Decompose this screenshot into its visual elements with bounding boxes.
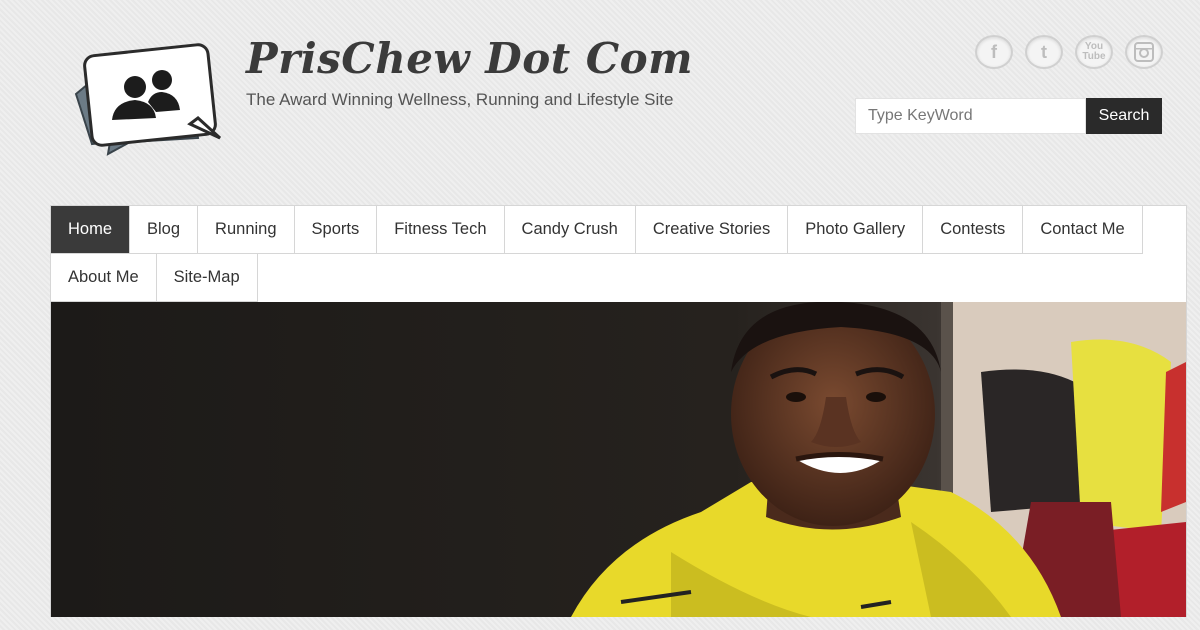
hero-image[interactable] (51, 302, 1186, 617)
nav-item-blog[interactable]: Blog (130, 206, 199, 254)
runner-photo (51, 302, 1186, 617)
nav-item-candy-crush[interactable]: Candy Crush (504, 206, 636, 254)
site-logo[interactable] (70, 42, 225, 157)
youtube-icon[interactable]: You Tube (1075, 35, 1113, 69)
search-form: Search (855, 98, 1162, 134)
nav-item-site-map[interactable]: Site-Map (156, 254, 258, 302)
nav-item-contact-me[interactable]: Contact Me (1023, 206, 1143, 254)
nav-item-contests[interactable]: Contests (923, 206, 1024, 254)
main-content: Home Blog Running Sports Fitness Tech Ca… (50, 205, 1187, 617)
nav-item-about-me[interactable]: About Me (51, 254, 157, 302)
facebook-icon[interactable]: f (975, 35, 1013, 69)
nav-item-running[interactable]: Running (198, 206, 295, 254)
youtube-glyph: You Tube (1082, 41, 1106, 62)
chat-bubbles-icon (74, 43, 222, 156)
twitter-glyph: t (1041, 41, 1047, 62)
site-title[interactable]: PrisChew Dot Com (246, 34, 693, 83)
main-nav: Home Blog Running Sports Fitness Tech Ca… (51, 206, 1186, 302)
facebook-glyph: f (991, 41, 997, 62)
nav-item-fitness-tech[interactable]: Fitness Tech (377, 206, 505, 254)
nav-item-creative-stories[interactable]: Creative Stories (635, 206, 789, 254)
instagram-glyph (1134, 42, 1154, 62)
search-button[interactable]: Search (1086, 98, 1162, 134)
search-input[interactable] (855, 98, 1086, 134)
nav-item-photo-gallery[interactable]: Photo Gallery (788, 206, 924, 254)
nav-item-sports[interactable]: Sports (294, 206, 378, 254)
site-tagline: The Award Winning Wellness, Running and … (246, 90, 674, 109)
twitter-icon[interactable]: t (1025, 35, 1063, 69)
nav-item-home[interactable]: Home (51, 206, 131, 254)
social-links: f t You Tube (975, 35, 1163, 69)
instagram-icon[interactable] (1125, 35, 1163, 69)
